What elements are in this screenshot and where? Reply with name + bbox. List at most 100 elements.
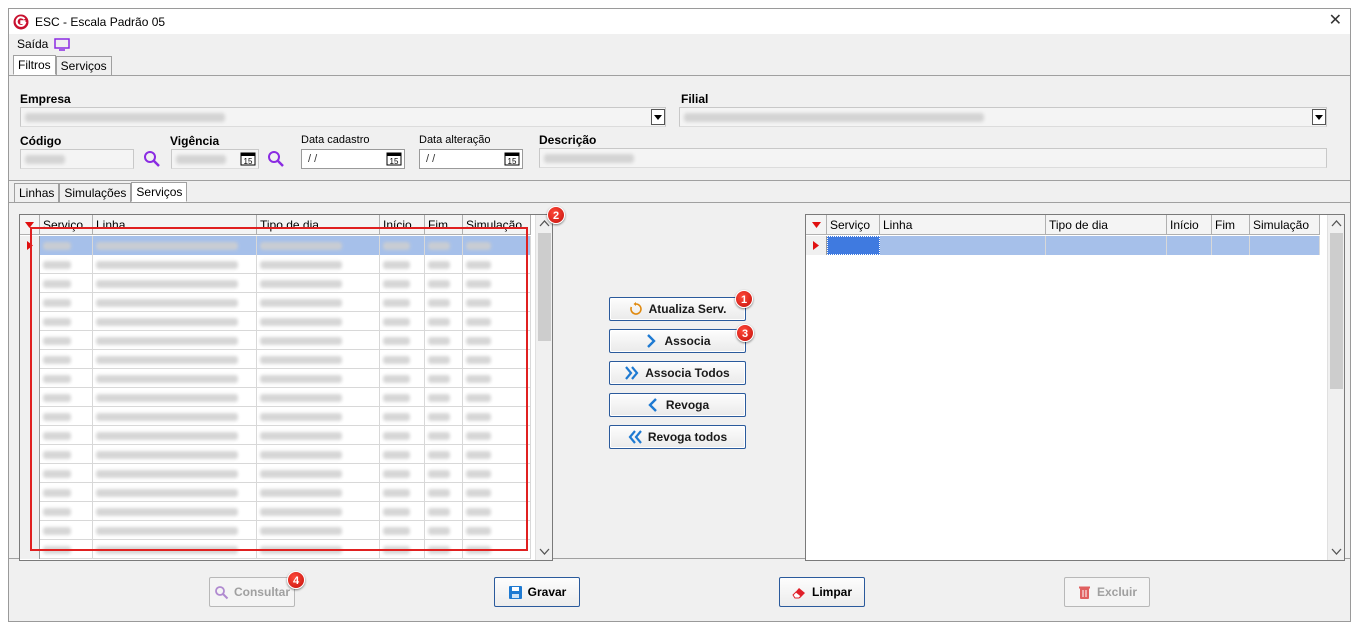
inner-tabs: Linhas Simulações Serviços [14,182,188,202]
vigencia-search-icon[interactable] [267,150,285,168]
vigencia-calendar-icon[interactable]: 15 [240,152,256,166]
data-alteracao-calendar-icon[interactable]: 15 [504,152,520,166]
cell-inicio[interactable] [1167,236,1212,255]
limpar-label: Limpar [811,585,852,599]
save-icon [508,585,522,599]
eraser-icon [792,587,805,598]
cell-fim[interactable] [1212,236,1250,255]
descricao-label: Descrição [539,133,597,147]
empresa-select[interactable] [20,107,666,127]
tab-simulacoes[interactable]: Simulações [59,183,132,202]
title-bar: ESC - Escala Padrão 05 ✕ [9,9,1350,34]
atualiza-serv-button[interactable]: Atualiza Serv. [609,297,746,321]
vigencia-label: Vigência [170,134,220,148]
cell-simulacao[interactable] [1250,236,1320,255]
close-icon[interactable]: ✕ [1329,12,1342,30]
revoga-button[interactable]: Revoga [609,393,746,417]
grid-header: Serviço Linha Tipo de dia Início Fim Sim… [806,215,1320,235]
double-chevron-right-icon [625,366,639,380]
svg-text:15: 15 [244,157,253,166]
col-header-servico[interactable]: Serviço [827,215,880,235]
descricao-value-redacted [544,154,634,163]
col-header-linha[interactable]: Linha [880,215,1046,235]
associa-todos-button[interactable]: Associa Todos [609,361,746,385]
consultar-button[interactable]: Consultar [209,577,295,607]
cell-tipo-dia[interactable] [1046,236,1167,255]
filial-label: Filial [681,92,709,106]
associa-button[interactable]: Associa [609,329,746,353]
excluir-button[interactable]: Excluir [1064,577,1150,607]
empresa-value-redacted [25,113,225,122]
data-cadastro-calendar-icon[interactable]: 15 [386,152,402,166]
window-title: ESC - Escala Padrão 05 [35,14,166,29]
col-header-inicio[interactable]: Início [1167,215,1212,235]
row-indicator [806,236,827,255]
indicator-header [806,215,827,235]
cell-servico[interactable] [827,236,880,255]
empresa-dropdown-button[interactable] [651,109,665,125]
vigencia-field[interactable]: 15 [171,149,259,169]
trash-icon [1078,586,1090,599]
tab-linhas[interactable]: Linhas [14,183,60,202]
data-alteracao-field[interactable]: / / 15 [419,149,523,169]
tab-servicos-inner[interactable]: Serviços [131,182,188,202]
scroll-down-icon[interactable] [539,547,550,556]
gravar-button[interactable]: Gravar [494,577,580,607]
right-grid-scrollbar[interactable] [1327,215,1344,560]
revoga-label: Revoga [665,398,710,412]
revoga-todos-button[interactable]: Revoga todos [609,425,746,449]
limpar-button[interactable]: Limpar [779,577,865,607]
excluir-label: Excluir [1096,585,1138,599]
filial-select[interactable] [679,107,1327,127]
chevron-left-icon [648,398,657,412]
menu-saida-label: Saída [17,37,49,51]
scroll-down-icon[interactable] [1331,547,1342,556]
codigo-value-redacted [25,155,65,164]
top-tabs: Filtros Serviços [13,55,112,75]
current-row-arrow-icon [813,241,819,250]
annotation-badge-3: 3 [736,324,754,342]
monitor-icon [54,37,71,51]
table-row[interactable] [806,236,1320,255]
chevron-right-icon [647,334,657,348]
gravar-label: Gravar [527,585,567,599]
revoga-todos-label: Revoga todos [647,430,728,444]
atualiza-serv-label: Atualiza Serv. [648,302,727,316]
descricao-field[interactable] [539,148,1327,168]
codigo-field[interactable] [20,149,134,169]
tab-filtros[interactable]: Filtros [13,55,56,75]
col-header-fim[interactable]: Fim [1212,215,1250,235]
empresa-label: Empresa [20,92,71,106]
filial-value-redacted [684,113,984,122]
codigo-search-icon[interactable] [143,150,161,168]
data-alteracao-label: Data alteração [419,134,491,146]
col-header-tipo-dia[interactable]: Tipo de dia [1046,215,1167,235]
scroll-thumb[interactable] [1330,233,1343,389]
associa-label: Associa [664,334,711,348]
svg-text:15: 15 [508,157,517,166]
refresh-icon [629,302,642,315]
tab-servicos[interactable]: Serviços [55,56,112,75]
svg-text:15: 15 [390,157,399,166]
scroll-thumb[interactable] [538,233,551,341]
data-alteracao-value: / / [426,153,436,165]
associated-services-grid[interactable]: Serviço Linha Tipo de dia Início Fim Sim… [805,214,1345,561]
vigencia-value-redacted [176,155,226,164]
consultar-label: Consultar [233,585,290,599]
data-cadastro-value: / / [308,153,318,165]
annotation-badge-2: 2 [547,206,565,224]
menu-saida[interactable]: Saída [17,37,71,51]
data-cadastro-field[interactable]: / / 15 [301,149,405,169]
cell-linha[interactable] [880,236,1046,255]
codigo-label: Código [20,134,62,148]
filial-dropdown-button[interactable] [1312,109,1326,125]
scroll-up-icon[interactable] [1331,219,1342,228]
filter-panel: Empresa Filial Código Vigência 15 Data c… [9,75,1350,181]
col-header-simulacao[interactable]: Simulação [1250,215,1320,235]
chevron-down-icon [1315,114,1323,120]
bottom-toolbar: Consultar Gravar Limpar Excluir [9,560,1350,622]
double-chevron-left-icon [628,430,642,444]
menu-bar: Saída [9,34,1350,54]
left-grid-scrollbar[interactable] [535,215,552,560]
associa-todos-label: Associa Todos [645,366,730,380]
